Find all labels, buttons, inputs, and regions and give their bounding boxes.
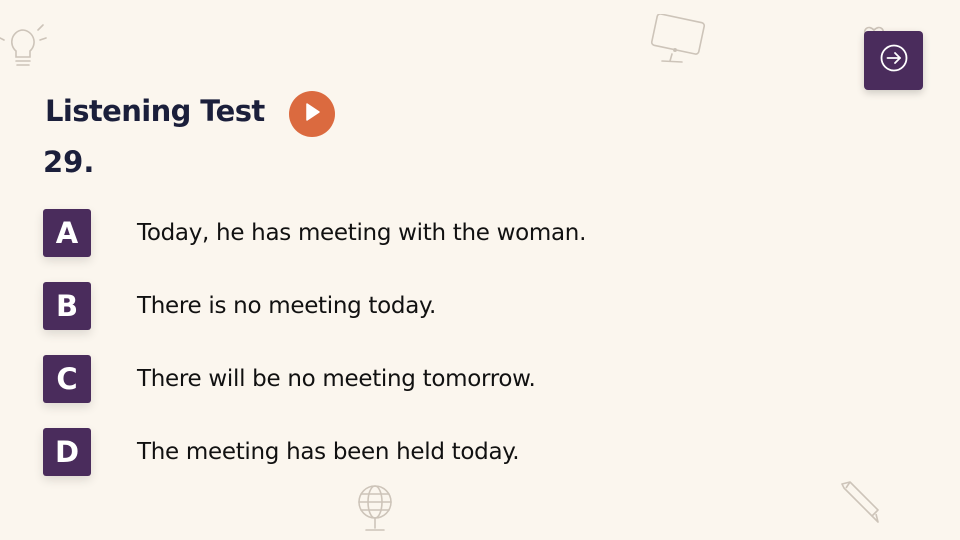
next-button[interactable] <box>864 31 923 90</box>
answer-option-d[interactable]: D The meeting has been held today. <box>43 428 643 476</box>
page-title: Listening Test <box>45 94 265 128</box>
listening-test-slide: Listening Test 29. A Today, he has meeti… <box>0 0 960 540</box>
arrow-right-circle-icon <box>879 43 909 78</box>
option-text: There is no meeting today. <box>137 293 437 319</box>
question-number: 29. <box>43 145 95 179</box>
option-letter-badge: C <box>43 355 91 403</box>
globe-doodle-icon <box>352 480 398 536</box>
option-text: Today, he has meeting with the woman. <box>137 220 587 246</box>
lightbulb-doodle-icon <box>0 22 48 74</box>
option-text: The meeting has been held today. <box>137 439 520 465</box>
option-text: There will be no meeting tomorrow. <box>137 366 536 392</box>
option-letter-badge: A <box>43 209 91 257</box>
answer-option-c[interactable]: C There will be no meeting tomorrow. <box>43 355 643 403</box>
pencil-doodle-icon <box>836 478 882 524</box>
answer-option-a[interactable]: A Today, he has meeting with the woman. <box>43 209 643 257</box>
answer-option-b[interactable]: B There is no meeting today. <box>43 282 643 330</box>
play-audio-button[interactable] <box>289 91 335 137</box>
monitor-doodle-icon <box>648 14 708 66</box>
play-icon <box>303 102 321 127</box>
option-letter-badge: D <box>43 428 91 476</box>
option-letter-badge: B <box>43 282 91 330</box>
